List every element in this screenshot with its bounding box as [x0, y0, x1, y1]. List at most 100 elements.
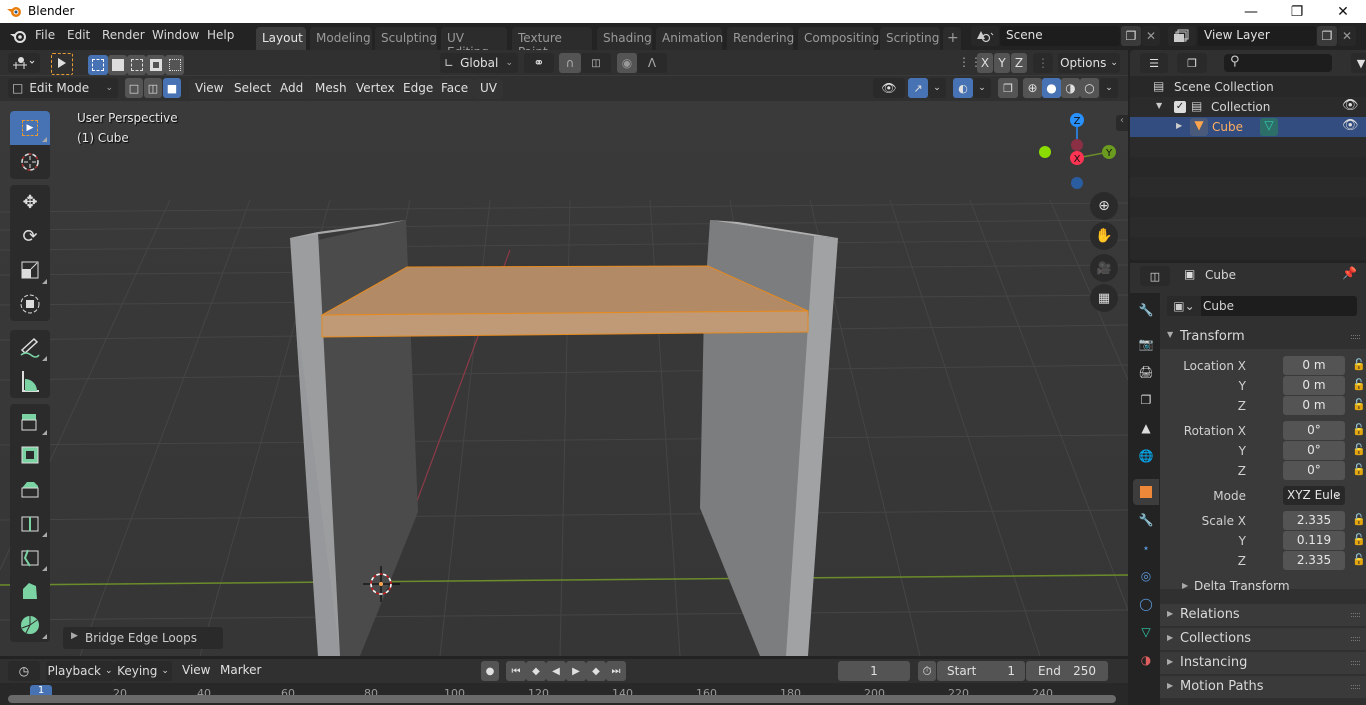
- menu-face[interactable]: Face: [435, 79, 475, 99]
- menu-add[interactable]: Add: [274, 79, 310, 99]
- lock-scale-x-icon[interactable]: 🔓: [1352, 513, 1366, 527]
- outliner-row-scene-collection[interactable]: ▤ Scene Collection: [1130, 77, 1366, 97]
- tool-cursor[interactable]: [10, 145, 50, 179]
- tab-particles[interactable]: ⋆: [1133, 535, 1159, 561]
- transform-panel-header[interactable]: ▼ Transform: [1160, 326, 1366, 348]
- play-reverse-button[interactable]: ◀: [546, 661, 566, 681]
- ortho-toggle-button[interactable]: ▦: [1090, 284, 1118, 312]
- frame-start-field[interactable]: Start 1: [937, 661, 1025, 681]
- select-mode-invert-button[interactable]: [146, 55, 165, 75]
- menu-render[interactable]: Render: [102, 28, 145, 42]
- outliner-display-mode-dropdown[interactable]: ☰: [1140, 53, 1168, 73]
- panel-grip-icon[interactable]: [1351, 685, 1360, 689]
- camera-view-button[interactable]: 🎥: [1090, 254, 1118, 282]
- jump-to-end-button[interactable]: ⏭: [606, 661, 626, 681]
- snap-target-dropdown[interactable]: ◫: [581, 53, 611, 73]
- tab-texture-paint[interactable]: Texture Paint: [512, 27, 592, 59]
- timeline-menu-view[interactable]: View: [176, 661, 216, 681]
- collection-checkbox[interactable]: ✓: [1174, 101, 1186, 113]
- menu-vertex[interactable]: Vertex: [350, 79, 401, 99]
- scale-x-field[interactable]: 2.335: [1283, 511, 1345, 530]
- menu-uv[interactable]: UV: [474, 79, 503, 99]
- pan-view-button[interactable]: ✋: [1090, 222, 1118, 250]
- tab-render[interactable]: 📷: [1133, 331, 1159, 357]
- lock-location-x-icon[interactable]: 🔓: [1352, 358, 1366, 372]
- mirror-y-toggle[interactable]: Y: [994, 53, 1010, 73]
- use-preview-range-toggle[interactable]: ⏱: [918, 661, 936, 681]
- tab-modifier[interactable]: 🔧: [1133, 507, 1159, 533]
- frame-end-field[interactable]: End 250: [1026, 661, 1108, 681]
- properties-editor-type-button[interactable]: ◫: [1140, 266, 1170, 286]
- tool-loop-cut[interactable]: [10, 506, 50, 540]
- snap-toggle[interactable]: ∩: [559, 53, 581, 73]
- select-mode-intersect-button[interactable]: [165, 55, 184, 75]
- tab-view-layer[interactable]: ❐: [1133, 387, 1159, 413]
- tab-object[interactable]: [1133, 479, 1159, 505]
- shading-dropdown[interactable]: ⌄: [1100, 78, 1118, 98]
- mirror-x-toggle[interactable]: X: [977, 53, 993, 73]
- menu-file[interactable]: File: [35, 28, 55, 42]
- tool-bevel[interactable]: [10, 472, 50, 506]
- shading-wireframe-button[interactable]: ⊕: [1023, 78, 1042, 98]
- close-button[interactable]: ✕: [1320, 0, 1366, 23]
- tool-extrude-region[interactable]: [10, 404, 50, 438]
- overlays-toggle[interactable]: ◐: [953, 78, 973, 98]
- vertex-select-mode-button[interactable]: □: [125, 78, 143, 98]
- scene-name-field[interactable]: Scene: [1000, 26, 1120, 46]
- tab-uv-editing[interactable]: UV Editing: [441, 27, 507, 59]
- playback-dropdown[interactable]: Playback ⌄: [46, 661, 114, 681]
- timeline-scrollbar[interactable]: [8, 695, 1116, 703]
- new-scene-button[interactable]: ❐: [1121, 26, 1141, 46]
- rotation-mode-dropdown[interactable]: XYZ Eule ⌄: [1283, 486, 1345, 505]
- minimize-button[interactable]: —: [1228, 0, 1274, 23]
- outliner-filter-button[interactable]: ▼: [1351, 53, 1366, 73]
- mesh-data-icon[interactable]: ▽: [1260, 118, 1278, 136]
- zoom-view-button[interactable]: ⊕: [1090, 192, 1118, 220]
- delete-scene-button[interactable]: ✕: [1142, 26, 1160, 46]
- new-view-layer-button[interactable]: ❐: [1317, 26, 1337, 46]
- rotation-z-field[interactable]: 0°: [1283, 461, 1345, 480]
- play-button[interactable]: ▶: [566, 661, 586, 681]
- eye-icon[interactable]: 👁: [1342, 118, 1359, 133]
- edge-select-mode-button[interactable]: ◫: [144, 78, 162, 98]
- panel-grip-icon[interactable]: [1351, 661, 1360, 665]
- 3d-viewport[interactable]: Z Y X ∟ Global ⌄ ⚭ ∩ ◫ ◉ Λ ⋮⋮ X Y Z ⋮ Op: [0, 50, 1128, 656]
- panel-grip-icon[interactable]: [1351, 335, 1360, 339]
- scale-y-field[interactable]: 0.119: [1283, 531, 1345, 550]
- last-operator-panel[interactable]: ▶ Bridge Edge Loops: [63, 627, 223, 649]
- transform-orientation-dropdown[interactable]: ∟ Global ⌄: [440, 53, 518, 73]
- tab-constraints[interactable]: ◯: [1133, 591, 1159, 617]
- timeline-editor-type-button[interactable]: ◷: [8, 661, 40, 681]
- tool-spin[interactable]: [10, 608, 50, 642]
- tab-modeling[interactable]: Modeling: [310, 27, 372, 50]
- scale-z-field[interactable]: 2.335: [1283, 551, 1345, 570]
- jump-prev-keyframe-button[interactable]: ◆: [526, 661, 546, 681]
- active-tool-select-button[interactable]: [51, 53, 73, 75]
- proportional-edit-toggle[interactable]: ◉: [617, 53, 637, 73]
- add-workspace-button[interactable]: +: [943, 27, 961, 50]
- overlays-dropdown[interactable]: ⌄: [973, 78, 991, 98]
- tab-animation[interactable]: Animation: [656, 27, 723, 50]
- shading-material-button[interactable]: ◑: [1061, 78, 1080, 98]
- scene-selector[interactable]: [971, 26, 999, 46]
- menu-edit[interactable]: Edit: [67, 28, 90, 42]
- current-frame-field[interactable]: 1: [838, 661, 910, 681]
- tab-rendering[interactable]: Rendering: [727, 27, 794, 50]
- lock-rotation-x-icon[interactable]: 🔓: [1352, 423, 1366, 437]
- tab-physics[interactable]: ◎: [1133, 563, 1159, 589]
- tab-compositing[interactable]: Compositing: [798, 27, 879, 50]
- lock-location-z-icon[interactable]: 🔓: [1352, 398, 1366, 412]
- select-mode-new-button[interactable]: [88, 55, 108, 75]
- lock-scale-y-icon[interactable]: 🔓: [1352, 533, 1366, 547]
- lock-rotation-y-icon[interactable]: 🔓: [1352, 443, 1366, 457]
- delete-view-layer-button[interactable]: ✕: [1338, 26, 1356, 46]
- tab-data[interactable]: ▽: [1133, 619, 1159, 645]
- selectability-visibility-dropdown[interactable]: 👁: [873, 78, 905, 98]
- rotation-x-field[interactable]: 0°: [1283, 421, 1345, 440]
- mirror-z-toggle[interactable]: Z: [1011, 53, 1027, 73]
- collections-panel-header[interactable]: ▶ Collections: [1160, 628, 1366, 650]
- menu-mesh[interactable]: Mesh: [309, 79, 353, 99]
- select-mode-subtract-button[interactable]: [127, 55, 146, 75]
- mode-dropdown[interactable]: □ Edit Mode ⌄: [8, 78, 118, 98]
- pin-icon[interactable]: 📌: [1342, 266, 1357, 280]
